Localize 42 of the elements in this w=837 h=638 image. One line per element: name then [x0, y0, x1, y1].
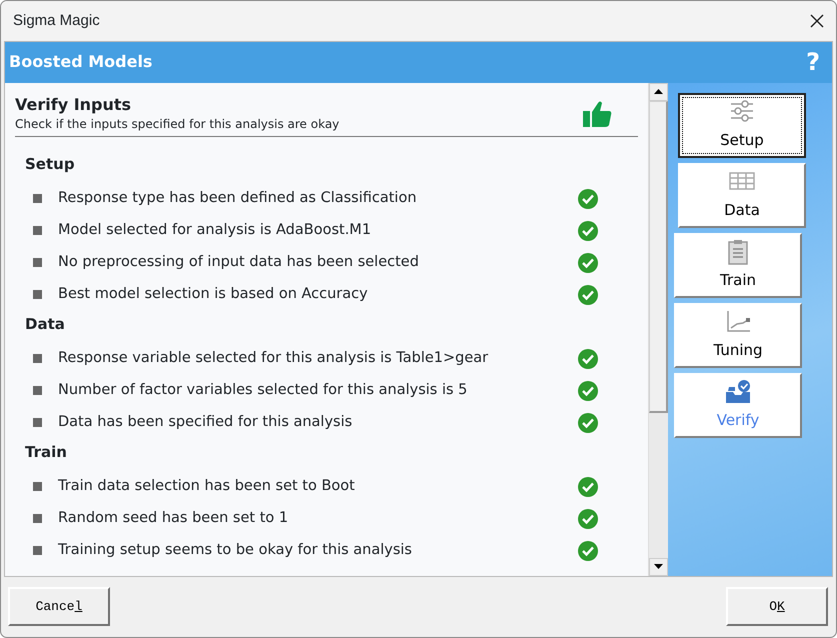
window-title: Sigma Magic	[13, 10, 100, 31]
bullet-icon	[33, 258, 42, 268]
section-heading: Setup	[25, 154, 76, 175]
nav-button[interactable]: Tuning	[674, 302, 802, 368]
bullet-icon	[33, 546, 42, 556]
check-item-text: Best model selection is based on Accuracy	[58, 284, 369, 304]
down-arrow-icon	[654, 564, 663, 570]
bullet-icon	[33, 226, 42, 236]
check-item-text: Response variable selected for this analysis is Table1>gear	[58, 348, 490, 368]
scroll-up-button[interactable]	[649, 82, 668, 101]
dialog-button[interactable]: Cancel	[8, 587, 110, 626]
nav-button[interactable]: Verify	[674, 372, 802, 438]
scrollbar-thumb[interactable]	[649, 100, 668, 413]
bullet-icon	[33, 354, 42, 364]
nav-button[interactable]: Train	[674, 232, 802, 298]
panel-subtitle: Check if the inputs specified for this analysis are okay	[15, 116, 340, 133]
thumbs-up-icon	[582, 100, 612, 128]
inbox-check-icon	[724, 379, 752, 406]
check-item-text: Response type has been defined as Classification	[58, 188, 418, 208]
check-item-text: Train data selection has been set to Boot	[58, 476, 356, 496]
section-heading: Train	[25, 442, 68, 463]
nav-button[interactable]: Setup	[678, 92, 806, 158]
up-arrow-icon	[654, 89, 663, 94]
header-title: Boosted Models	[9, 51, 152, 74]
bullet-icon	[33, 194, 42, 204]
scroll-down-button[interactable]	[649, 558, 668, 576]
check-item-text: Training setup seems to be okay for this analysis	[58, 540, 413, 560]
bullet-icon	[33, 418, 42, 428]
bullet-icon	[33, 482, 42, 492]
dialog-button[interactable]: OK	[726, 587, 828, 626]
check-item-text: Number of factor variables selected for this analysis is 5	[58, 380, 468, 400]
section-heading: Data	[25, 314, 66, 335]
check-item-text: Model selected for analysis is AdaBoost.M1	[58, 220, 372, 240]
bullet-icon	[33, 386, 42, 396]
close-icon[interactable]	[810, 14, 824, 28]
bullet-icon	[33, 514, 42, 524]
bullet-icon	[33, 290, 42, 300]
check-item-text: Data has been specified for this analysis	[58, 412, 354, 432]
check-item-text: No preprocessing of input data has been selected	[58, 252, 420, 272]
check-item-text: Random seed has been set to 1	[58, 508, 290, 528]
panel-title: Verify Inputs	[15, 94, 132, 115]
nav-button[interactable]: Data	[678, 162, 806, 228]
